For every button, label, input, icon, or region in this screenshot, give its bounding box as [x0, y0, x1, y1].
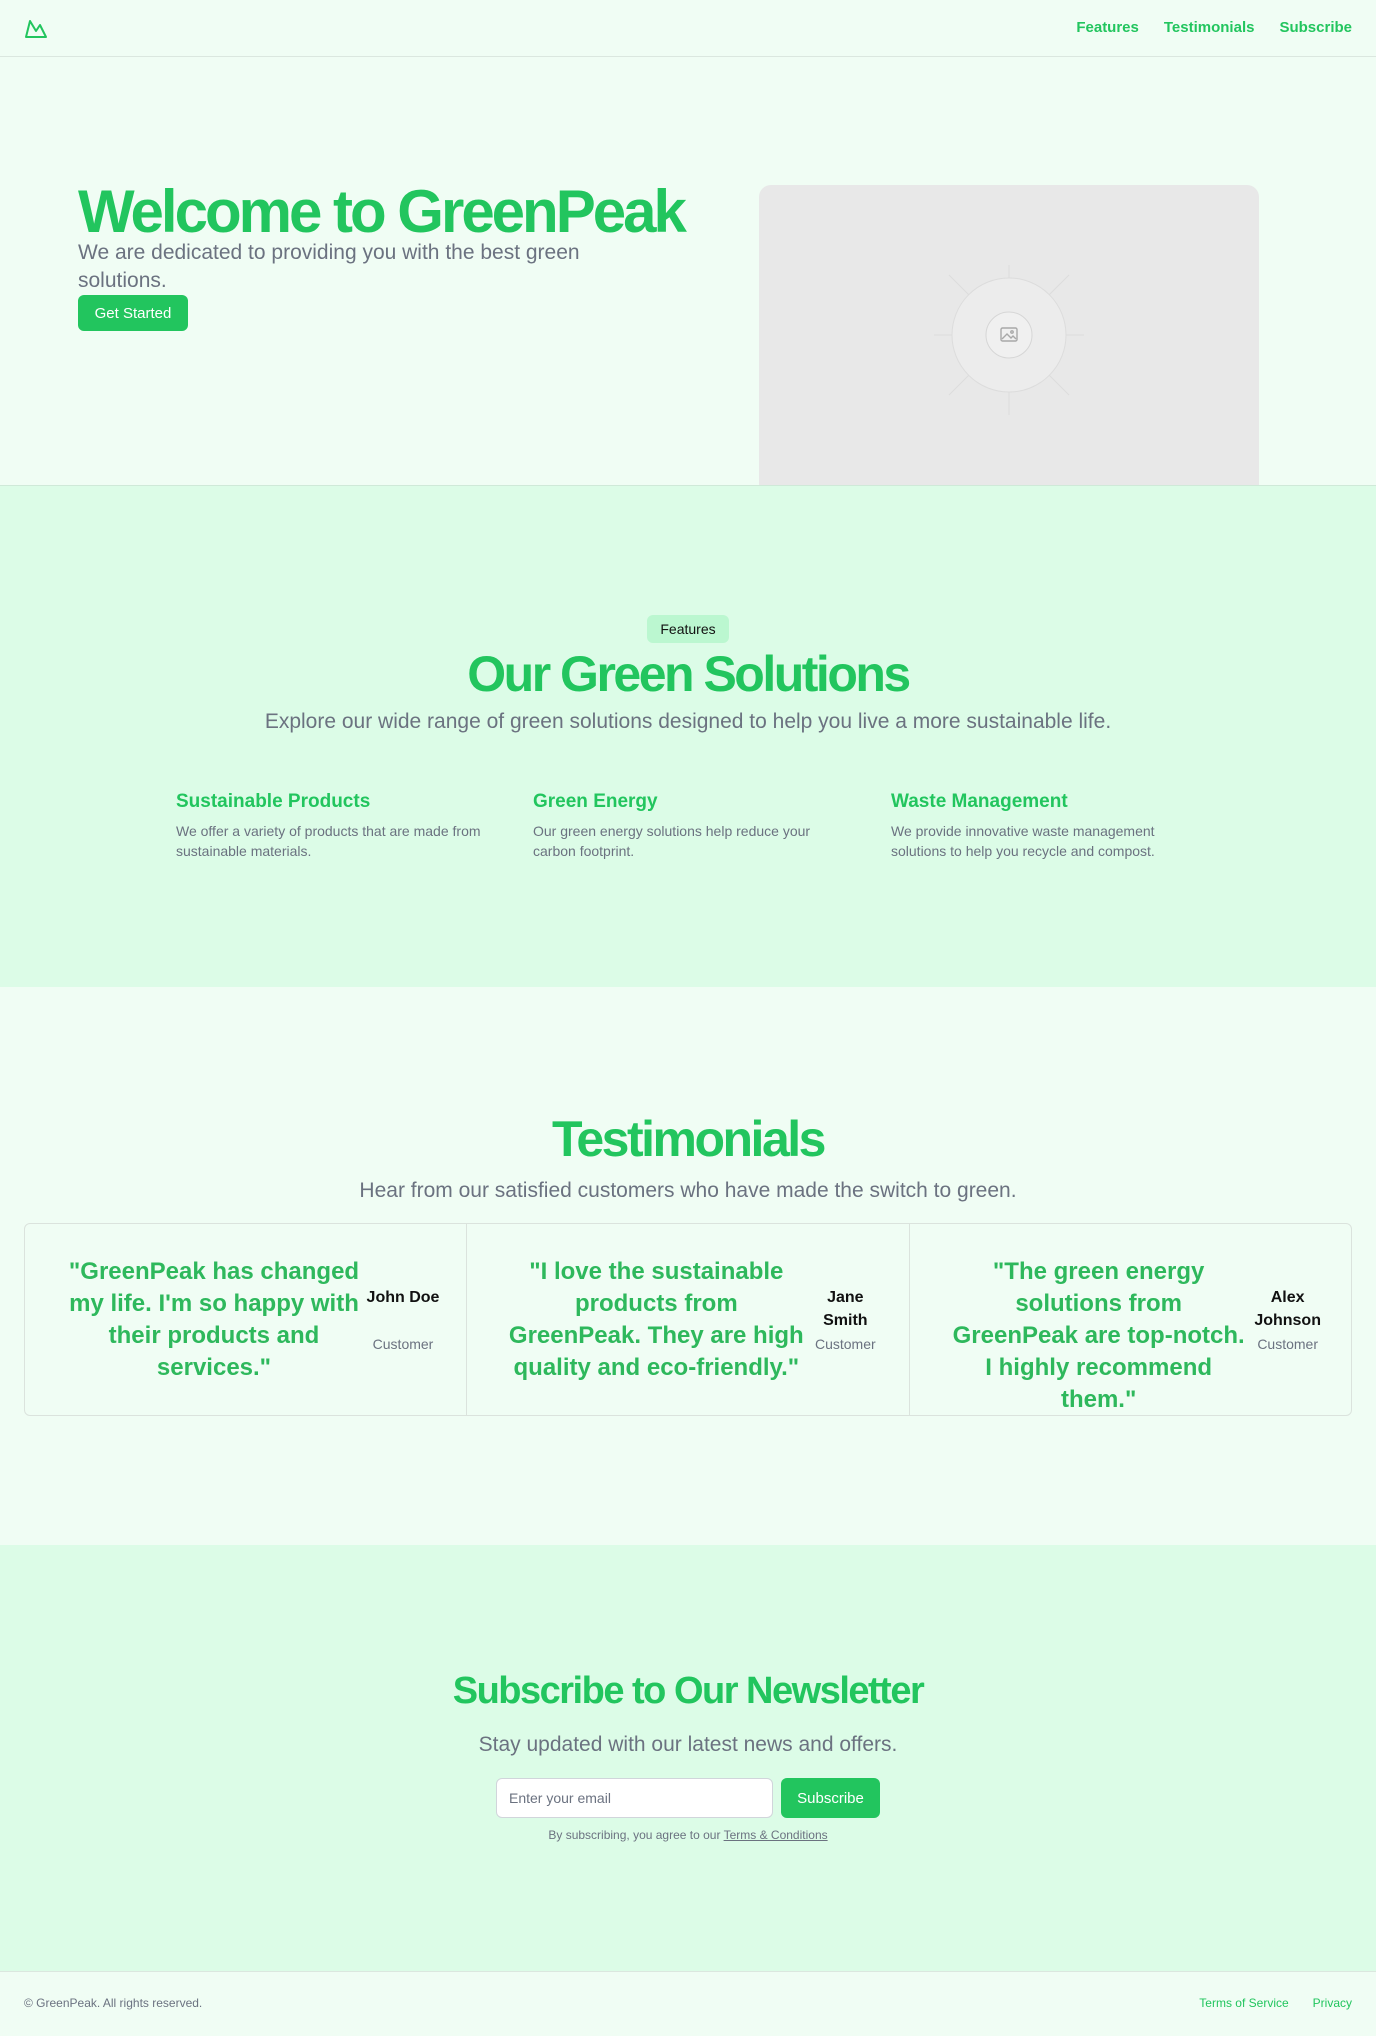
subscribe-button[interactable]: Subscribe [781, 1778, 880, 1818]
testimonial-quote: "I love the sustainable products from Gr… [508, 1258, 804, 1381]
nav-link-subscribe[interactable]: Subscribe [1279, 18, 1352, 38]
terms-prefix: By subscribing, you agree to our [548, 1828, 724, 1842]
footer-link-terms[interactable]: Terms of Service [1199, 1996, 1288, 2010]
testimonial-role: Customer [372, 1336, 434, 1352]
site-header: Features Testimonials Subscribe [0, 0, 1376, 57]
hero-section: Welcome to GreenPeak We are dedicated to… [0, 57, 1376, 485]
nav-link-testimonials[interactable]: Testimonials [1164, 18, 1255, 38]
features-title: Our Green Solutions [467, 646, 911, 702]
testimonials-grid: "GreenPeak has changed my life. I'm so h… [24, 1223, 1352, 1416]
copyright-text: © GreenPeak. All rights reserved. [24, 1996, 203, 2010]
feature-title: Green Energy [533, 791, 658, 812]
site-footer: © GreenPeak. All rights reserved. Terms … [0, 1971, 1376, 2036]
hero-subtitle: We are dedicated to providing you with t… [78, 241, 580, 292]
footer-link-privacy[interactable]: Privacy [1313, 1996, 1352, 2010]
feature-card: Sustainable Products We offer a variety … [176, 789, 486, 861]
feature-text: We provide innovative waste management s… [891, 823, 1155, 859]
feature-text: Our green energy solutions help reduce y… [533, 823, 811, 859]
footer-links: Terms of Service Privacy [1199, 1996, 1352, 2010]
testimonial-card: "The green energy solutions from GreenPe… [910, 1224, 1351, 1415]
email-input[interactable] [496, 1778, 773, 1818]
testimonial-card: "I love the sustainable products from Gr… [467, 1224, 910, 1415]
get-started-button[interactable]: Get Started [78, 295, 188, 331]
mountain-logo-icon[interactable] [24, 16, 48, 40]
features-badge: Features [647, 615, 729, 643]
testimonial-card: "GreenPeak has changed my life. I'm so h… [25, 1224, 468, 1415]
feature-title: Waste Management [891, 791, 1068, 812]
testimonials-title: Testimonials [552, 1111, 826, 1167]
newsletter-subtitle: Stay updated with our latest news and of… [478, 1733, 898, 1756]
testimonial-author: John Doe [366, 1289, 440, 1306]
testimonials-subtitle: Hear from our satisfied customers who ha… [359, 1179, 1017, 1202]
feature-card: Green Energy Our green energy solutions … [533, 789, 843, 861]
testimonial-role: Customer [814, 1336, 876, 1352]
features-section: Features Our Green Solutions Explore our… [0, 485, 1376, 987]
feature-card: Waste Management We provide innovative w… [891, 789, 1201, 861]
features-subtitle: Explore our wide range of green solution… [264, 710, 1112, 733]
newsletter-section: Subscribe to Our Newsletter Stay updated… [0, 1545, 1376, 1971]
feature-title: Sustainable Products [176, 791, 371, 812]
image-placeholder-icon [934, 265, 1084, 415]
terms-note: By subscribing, you agree to our Terms &… [0, 1828, 1376, 1842]
hero-image-placeholder [759, 185, 1259, 485]
testimonial-quote: "The green energy solutions from GreenPe… [952, 1258, 1245, 1413]
terms-link[interactable]: Terms & Conditions [724, 1828, 828, 1842]
testimonial-author: Jane Smith [823, 1289, 868, 1329]
main-nav: Features Testimonials Subscribe [1076, 18, 1352, 38]
hero-title: Welcome to GreenPeak [78, 178, 687, 245]
feature-text: We offer a variety of products that are … [176, 823, 481, 859]
testimonials-section: Testimonials Hear from our satisfied cus… [0, 987, 1376, 1545]
nav-link-features[interactable]: Features [1076, 18, 1139, 38]
testimonial-author: Alex Johnson [1254, 1289, 1321, 1329]
newsletter-title: Subscribe to Our Newsletter [452, 1670, 925, 1712]
testimonial-quote: "GreenPeak has changed my life. I'm so h… [68, 1258, 360, 1381]
testimonial-role: Customer [1257, 1336, 1318, 1352]
